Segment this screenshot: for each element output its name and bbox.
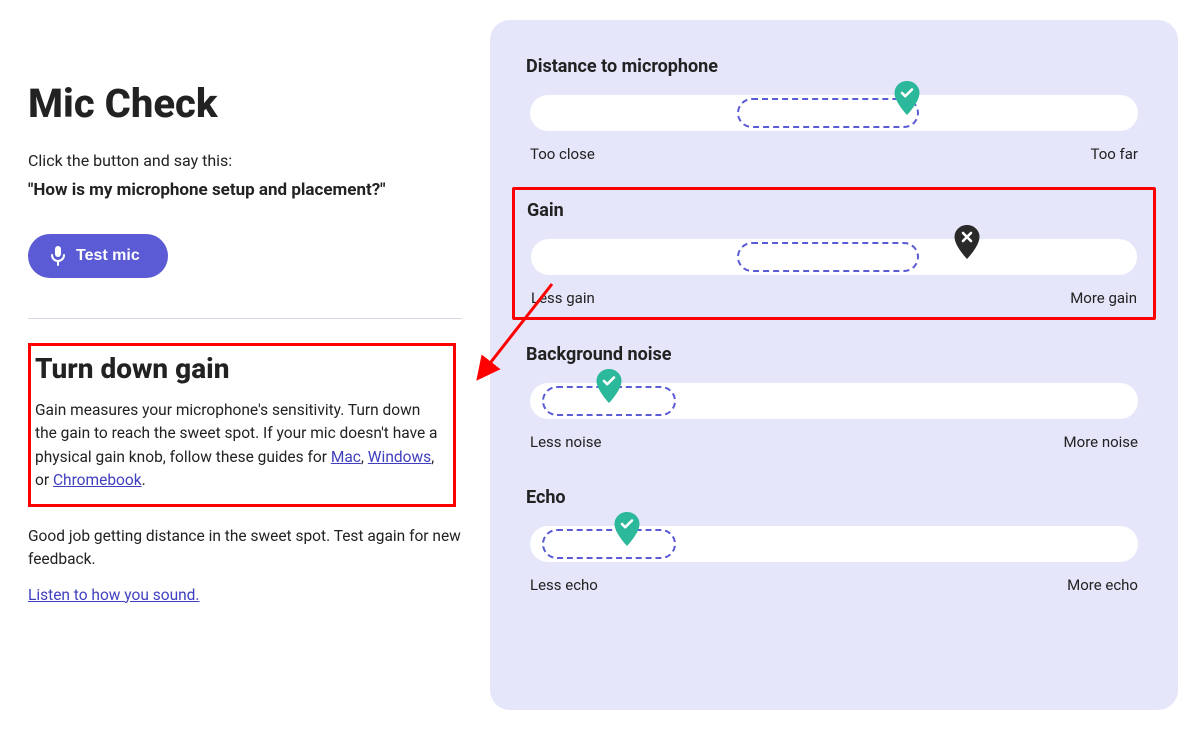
meter-noise-track	[530, 383, 1138, 419]
test-mic-button[interactable]: Test mic	[28, 234, 168, 278]
meter-distance-sweet-zone	[737, 98, 919, 128]
meter-noise-left-label: Less noise	[530, 433, 601, 451]
meter-gain-highlight: Gain Less gain More gain	[512, 187, 1156, 320]
instruction-text: Click the button and say this:	[28, 151, 462, 170]
meter-gain-left-label: Less gain	[531, 289, 595, 307]
meter-noise-pin	[595, 369, 623, 405]
meter-noise-title: Background noise	[526, 344, 1142, 365]
meter-distance-pin	[893, 81, 921, 117]
meter-gain-right-label: More gain	[1070, 289, 1137, 307]
divider	[28, 318, 462, 319]
meter-echo-right-label: More echo	[1067, 576, 1138, 594]
microphone-icon	[50, 246, 66, 266]
meter-distance-track	[530, 95, 1138, 131]
meters-panel: Distance to microphone Too close Too far…	[490, 20, 1178, 710]
windows-link[interactable]: Windows	[368, 448, 431, 466]
prompt-phrase: "How is my microphone setup and placemen…	[28, 180, 462, 200]
meter-gain-sweet-zone	[737, 242, 919, 272]
meter-distance-left-label: Too close	[530, 145, 595, 163]
meter-echo: Echo Less echo More echo	[526, 487, 1142, 594]
meter-echo-pin	[613, 512, 641, 548]
meter-gain-track	[531, 239, 1137, 275]
advice-heading: Turn down gain	[35, 352, 443, 385]
advice-body-end: .	[142, 471, 146, 489]
meter-distance: Distance to microphone Too close Too far	[526, 56, 1142, 163]
mac-link[interactable]: Mac	[331, 448, 361, 466]
listen-link[interactable]: Listen to how you sound.	[28, 586, 200, 604]
page-title: Mic Check	[28, 80, 462, 127]
test-mic-label: Test mic	[76, 247, 140, 265]
meter-gain-pin	[953, 225, 981, 261]
meter-echo-track	[530, 526, 1138, 562]
meter-gain-title: Gain	[527, 200, 1141, 221]
secondary-feedback: Good job getting distance in the sweet s…	[28, 525, 462, 572]
meter-echo-left-label: Less echo	[530, 576, 598, 594]
advice-body: Gain measures your microphone's sensitiv…	[35, 399, 443, 492]
meter-distance-right-label: Too far	[1090, 145, 1138, 163]
meter-echo-sweet-zone	[542, 529, 676, 559]
left-column: Mic Check Click the button and say this:…	[0, 0, 490, 730]
advice-sep1: ,	[361, 448, 368, 466]
meter-distance-title: Distance to microphone	[526, 56, 1142, 77]
meter-echo-title: Echo	[526, 487, 1142, 508]
advice-highlight-box: Turn down gain Gain measures your microp…	[28, 343, 456, 507]
meter-noise-right-label: More noise	[1064, 433, 1138, 451]
chromebook-link[interactable]: Chromebook	[53, 471, 142, 489]
meter-noise: Background noise Less noise More noise	[526, 344, 1142, 451]
